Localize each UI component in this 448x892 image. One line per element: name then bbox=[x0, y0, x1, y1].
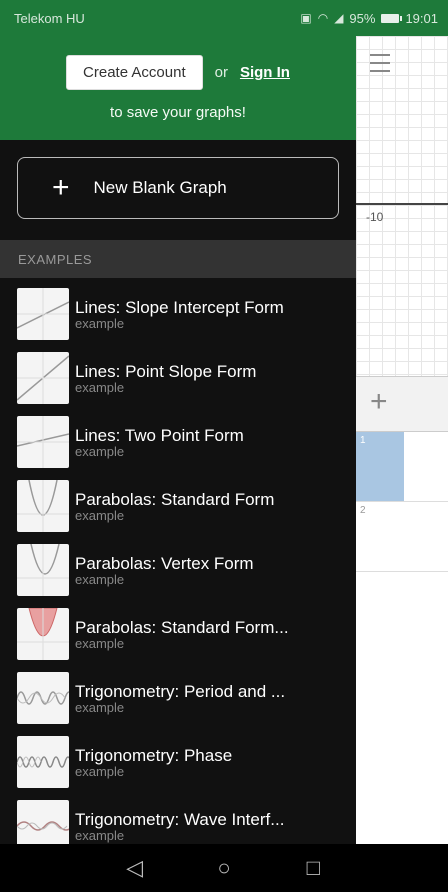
example-title: Parabolas: Vertex Form bbox=[75, 554, 254, 573]
example-title: Trigonometry: Phase bbox=[75, 746, 233, 765]
menu-icon[interactable] bbox=[370, 54, 390, 78]
example-subtitle: example bbox=[75, 636, 125, 651]
vibrate-icon: ▣ bbox=[300, 11, 312, 25]
add-expression-icon[interactable]: + bbox=[370, 387, 388, 417]
graph-app: -10 + 1 2 bbox=[356, 36, 448, 844]
x-axis bbox=[356, 203, 448, 205]
example-item[interactable]: Parabolas: Vertex Form example bbox=[0, 538, 356, 602]
line-icon bbox=[17, 288, 69, 340]
carrier-label: Telekom HU bbox=[14, 10, 85, 26]
battery-icon bbox=[381, 13, 403, 23]
axis-tick-label: -10 bbox=[366, 210, 384, 224]
examples-header: EXAMPLES bbox=[0, 240, 356, 278]
example-title: Parabolas: Standard Form bbox=[75, 490, 275, 509]
wifi-icon: ◠ bbox=[317, 11, 329, 25]
parabola-filled-icon bbox=[17, 608, 69, 660]
recents-icon[interactable]: □ bbox=[293, 855, 333, 881]
example-title: Lines: Point Slope Form bbox=[75, 362, 257, 381]
example-item[interactable]: Lines: Two Point Form example bbox=[0, 410, 356, 474]
account-row: Create Account or Sign In bbox=[66, 55, 290, 90]
parabola-icon bbox=[17, 544, 69, 596]
example-item[interactable]: Parabolas: Standard Form... example bbox=[0, 602, 356, 666]
new-blank-graph-button[interactable]: + New Blank Graph bbox=[17, 157, 339, 219]
examples-list: Lines: Slope Intercept Form example Line… bbox=[0, 282, 356, 844]
wave-icon bbox=[17, 800, 69, 844]
example-item[interactable]: Trigonometry: Period and ... example bbox=[0, 666, 356, 730]
signal-icon: ◢ bbox=[334, 11, 344, 25]
example-subtitle: example bbox=[75, 700, 125, 715]
example-subtitle: example bbox=[75, 316, 125, 331]
graph-canvas[interactable]: -10 bbox=[356, 36, 448, 376]
example-item[interactable]: Lines: Point Slope Form example bbox=[0, 346, 356, 410]
example-subtitle: example bbox=[75, 380, 125, 395]
example-item[interactable]: Parabolas: Standard Form example bbox=[0, 474, 356, 538]
wave-icon bbox=[17, 736, 69, 788]
example-title: Parabolas: Standard Form... bbox=[75, 618, 289, 637]
expression-row[interactable]: 2 bbox=[356, 502, 448, 572]
line-icon bbox=[17, 416, 69, 468]
expression-toolbar: + bbox=[356, 376, 448, 432]
home-icon[interactable]: ○ bbox=[204, 855, 244, 881]
example-subtitle: example bbox=[75, 828, 125, 843]
status-bar: Telekom HU ▣ ◠ ◢ 95% 19:01 bbox=[0, 0, 448, 36]
example-item[interactable]: Trigonometry: Phase example bbox=[0, 730, 356, 794]
expression-number: 2 bbox=[356, 502, 404, 571]
clock: 19:01 bbox=[405, 10, 438, 26]
navigation-drawer: Create Account or Sign In to save your g… bbox=[0, 36, 356, 844]
back-icon[interactable]: ◁ bbox=[115, 855, 155, 881]
wave-icon bbox=[17, 672, 69, 724]
example-subtitle: example bbox=[75, 764, 125, 779]
new-graph-label: New Blank Graph bbox=[93, 178, 227, 197]
example-title: Trigonometry: Period and ... bbox=[75, 682, 286, 701]
parabola-icon bbox=[17, 480, 69, 532]
drawer-header: Create Account or Sign In to save your g… bbox=[0, 36, 356, 140]
create-account-button[interactable]: Create Account bbox=[66, 55, 203, 90]
status-icons: ▣ ◠ ◢ 95% 19:01 bbox=[300, 11, 438, 26]
example-title: Lines: Two Point Form bbox=[75, 426, 244, 445]
expression-number: 1 bbox=[356, 432, 404, 501]
example-subtitle: example bbox=[75, 508, 125, 523]
example-subtitle: example bbox=[75, 572, 125, 587]
save-graphs-text: to save your graphs! bbox=[110, 104, 246, 121]
or-label: or bbox=[214, 64, 228, 81]
example-title: Lines: Slope Intercept Form bbox=[75, 298, 284, 317]
system-nav-bar: ◁ ○ □ bbox=[0, 844, 448, 892]
plus-icon: + bbox=[52, 171, 70, 204]
example-item[interactable]: Trigonometry: Wave Interf... example bbox=[0, 794, 356, 844]
sign-in-link[interactable]: Sign In bbox=[240, 64, 290, 81]
line-icon bbox=[17, 352, 69, 404]
example-item[interactable]: Lines: Slope Intercept Form example bbox=[0, 282, 356, 346]
expression-row[interactable]: 1 bbox=[356, 432, 448, 502]
battery-percent: 95% bbox=[349, 10, 376, 26]
example-subtitle: example bbox=[75, 444, 125, 459]
example-title: Trigonometry: Wave Interf... bbox=[75, 810, 285, 829]
